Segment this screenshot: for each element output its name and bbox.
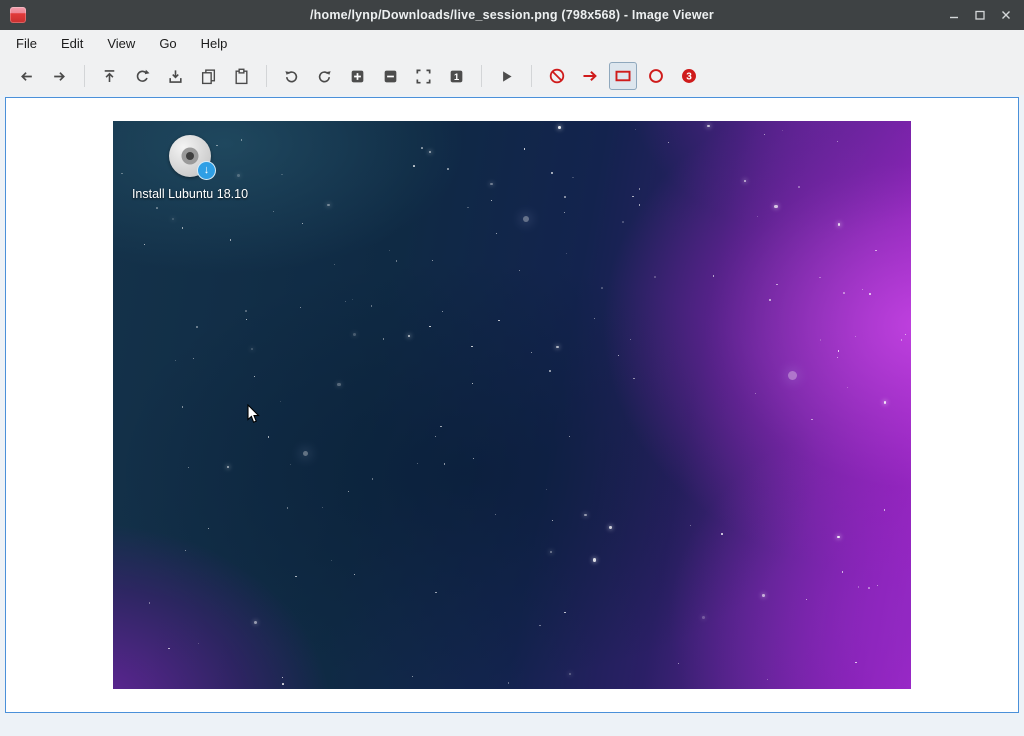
no-annotation-icon [548,67,566,85]
window-controls [946,7,1014,23]
arrow-annotation-icon [581,67,599,85]
svg-text:1: 1 [454,72,460,83]
paste-icon [233,68,250,85]
reload-button[interactable] [129,62,157,90]
app-icon[interactable] [10,7,26,23]
toolbar-separator [481,65,482,87]
annotate-number-button[interactable]: 3 [675,62,703,90]
original-size-button[interactable]: 1 [443,62,471,90]
play-icon [498,68,515,85]
copy-icon [200,68,217,85]
titlebar[interactable]: /home/lynp/Downloads/live_session.png (7… [0,0,1024,30]
annotate-circle-button[interactable] [642,62,670,90]
rotate-counterclockwise-icon [316,68,333,85]
forward-button[interactable] [46,62,74,90]
close-button[interactable] [998,7,1014,23]
download-badge-icon: ↓ [197,161,216,180]
annotate-none-button[interactable] [543,62,571,90]
save-button[interactable] [162,62,190,90]
reload-icon [134,68,151,85]
menu-help[interactable]: Help [189,30,240,57]
back-button[interactable] [13,62,41,90]
svg-text:3: 3 [686,72,692,83]
original-size-icon: 1 [448,68,465,85]
menu-go[interactable]: Go [147,30,188,57]
zoom-out-icon [382,68,399,85]
rotate-clockwise-button[interactable] [278,62,306,90]
toolbar: 1 3 [0,57,1024,95]
menu-file[interactable]: File [4,30,49,57]
fit-window-icon [415,68,432,85]
window-title: /home/lynp/Downloads/live_session.png (7… [0,8,1024,22]
rotate-clockwise-icon [283,68,300,85]
number-annotation-icon: 3 [680,67,698,85]
rotate-counterclockwise-button[interactable] [311,62,339,90]
toolbar-separator [531,65,532,87]
close-icon [1000,9,1012,21]
minimize-button[interactable] [946,7,962,23]
toolbar-separator [84,65,85,87]
zoom-in-icon [349,68,366,85]
menubar: File Edit View Go Help [0,30,1024,57]
paste-button[interactable] [228,62,256,90]
zoom-out-button[interactable] [377,62,405,90]
copy-button[interactable] [195,62,223,90]
circle-annotation-icon [647,67,665,85]
mouse-cursor-icon [247,404,261,424]
cd-disc-icon: ↓ [169,135,211,177]
menu-view[interactable]: View [95,30,147,57]
image-viewer-window: /home/lynp/Downloads/live_session.png (7… [0,0,1024,736]
image-viewport[interactable]: ↓ Install Lubuntu 18.10 [5,97,1019,713]
desktop-icon-label: Install Lubuntu 18.10 [130,186,250,203]
annotate-rectangle-button[interactable] [609,62,637,90]
open-up-icon [101,68,118,85]
maximize-icon [974,9,986,21]
toolbar-separator [266,65,267,87]
displayed-image: ↓ Install Lubuntu 18.10 [113,121,911,689]
maximize-button[interactable] [972,7,988,23]
starfield [113,121,911,689]
menu-edit[interactable]: Edit [49,30,95,57]
minimize-icon [948,9,960,21]
save-icon [167,68,184,85]
fit-window-button[interactable] [410,62,438,90]
annotate-arrow-button[interactable] [576,62,604,90]
rectangle-annotation-icon [614,67,632,85]
zoom-in-button[interactable] [344,62,372,90]
forward-icon [51,68,68,85]
open-button[interactable] [96,62,124,90]
install-lubuntu-desktop-icon: ↓ Install Lubuntu 18.10 [130,135,250,203]
slideshow-play-button[interactable] [493,62,521,90]
back-icon [18,68,35,85]
